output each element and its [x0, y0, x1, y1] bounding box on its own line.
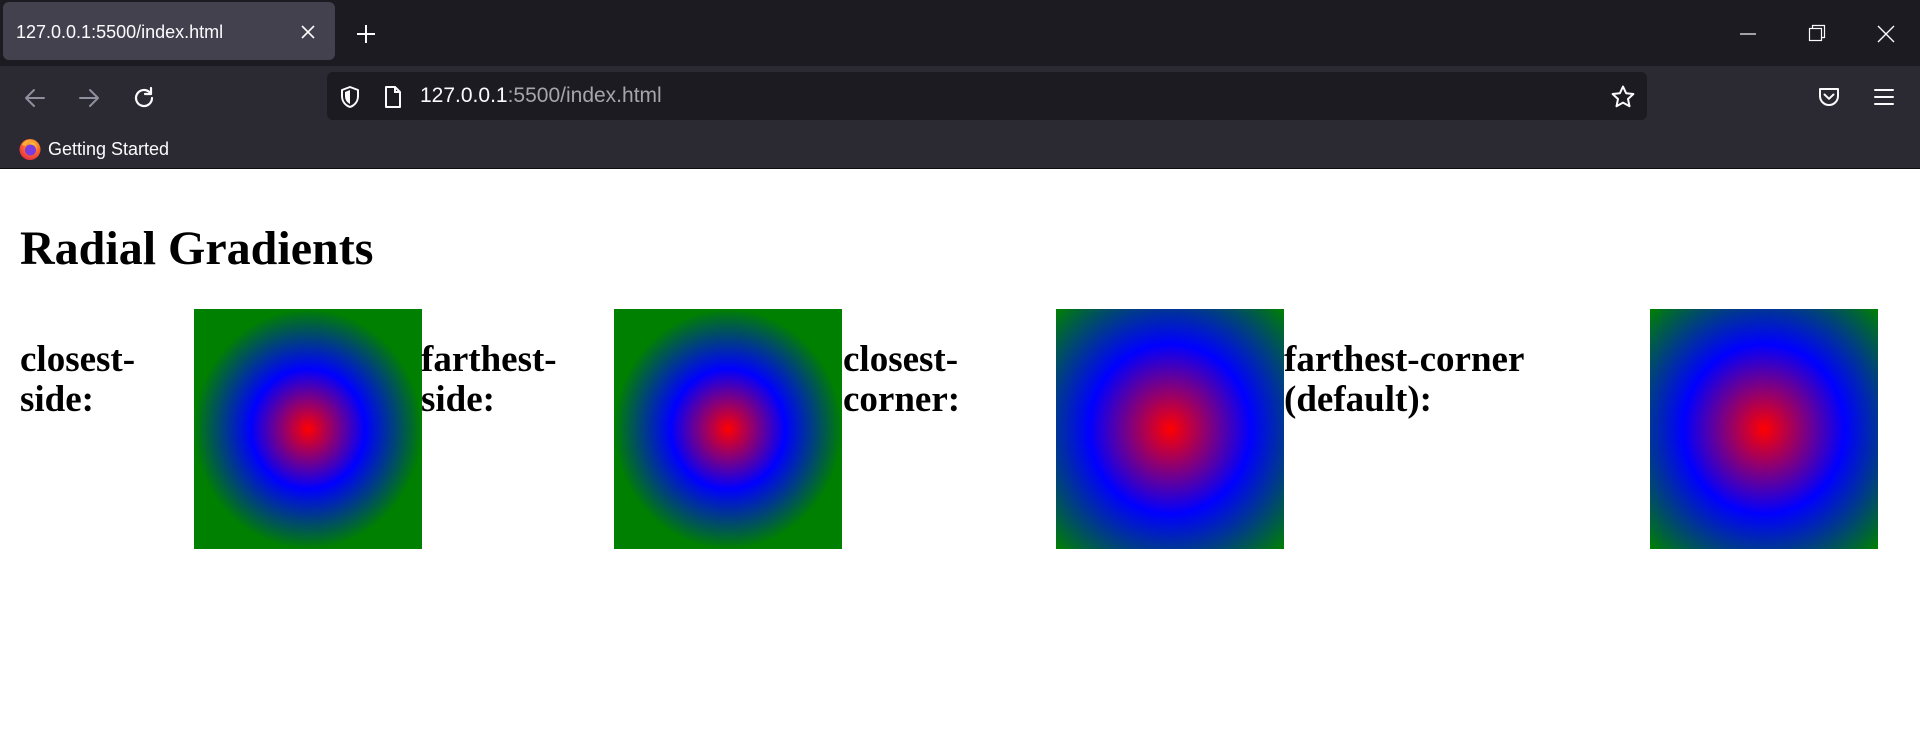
- firefox-icon: [19, 139, 41, 160]
- page-content: Radial Gradients closest-side: farthest-…: [0, 169, 1920, 745]
- hamburger-menu-icon[interactable]: [1873, 86, 1895, 108]
- restore-icon[interactable]: [1808, 24, 1826, 42]
- address-bar[interactable]: 127.0.0.1:5500/index.html: [327, 72, 1647, 120]
- page-icon[interactable]: [383, 85, 403, 109]
- tab-active[interactable]: 127.0.0.1:5500/index.html: [3, 2, 335, 60]
- bookmark-label: Getting Started: [48, 139, 170, 159]
- tab-bar: 127.0.0.1:5500/index.html: [0, 0, 1920, 66]
- url-path: :5500/index.html: [507, 84, 662, 107]
- shield-icon[interactable]: [339, 85, 361, 109]
- example-label-farthest-side: farthest-side:: [421, 339, 557, 420]
- page-title: Radial Gradients: [20, 222, 374, 275]
- star-icon[interactable]: [1610, 84, 1636, 110]
- url-host: 127.0.0.1: [420, 84, 508, 107]
- pocket-icon[interactable]: [1817, 85, 1841, 109]
- gradient-box-closest-side: [194, 309, 422, 549]
- arrow-right-icon[interactable]: [76, 85, 102, 111]
- minimize-icon[interactable]: [1739, 27, 1757, 41]
- example-label-farthest-corner: farthest-corner (default):: [1284, 339, 1524, 420]
- window-close-icon[interactable]: [1876, 24, 1896, 44]
- navigation-bar: 127.0.0.1:5500/index.html: [0, 66, 1920, 130]
- reload-icon[interactable]: [131, 85, 157, 111]
- arrow-left-icon[interactable]: [22, 85, 48, 111]
- close-icon[interactable]: [301, 25, 315, 39]
- example-label-closest-side: closest-side:: [20, 339, 136, 420]
- plus-icon[interactable]: [355, 23, 377, 45]
- bookmarks-toolbar: Getting Started: [0, 130, 1920, 169]
- url-text[interactable]: 127.0.0.1:5500/index.html: [420, 84, 662, 108]
- gradient-box-farthest-corner: [1650, 309, 1878, 549]
- gradient-box-farthest-side: [614, 309, 842, 549]
- gradient-box-closest-corner: [1056, 309, 1284, 549]
- tab-title: 127.0.0.1:5500/index.html: [16, 22, 224, 42]
- example-label-closest-corner: closest-corner:: [843, 339, 961, 420]
